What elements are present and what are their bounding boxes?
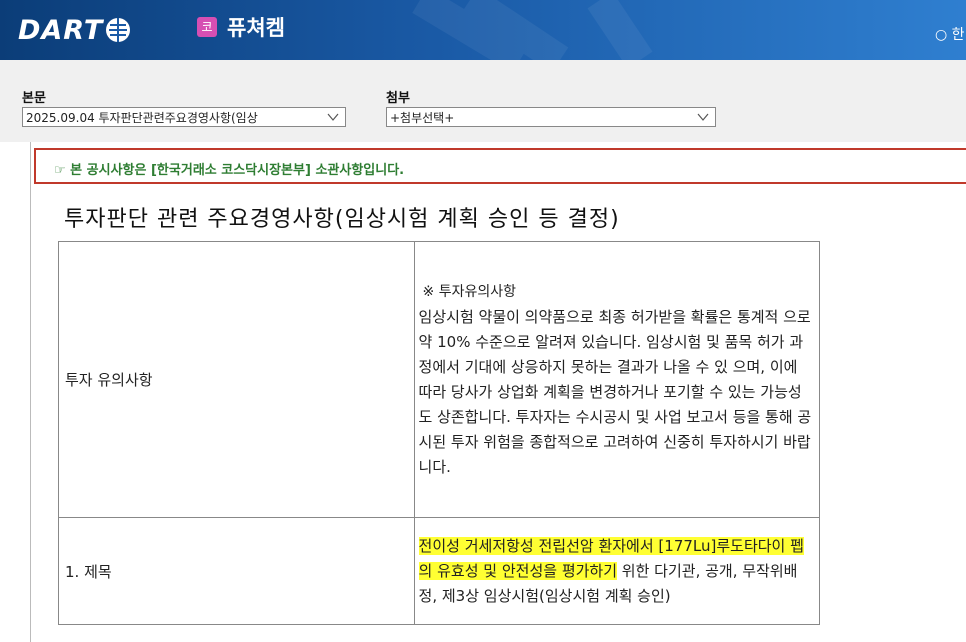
market-badge: 코: [197, 17, 217, 37]
caution-text: 임상시험 약물이 의약품으로 최종 허가받을 확률은 통계적 으로 약 10% …: [418, 307, 812, 476]
chevron-down-icon: [697, 113, 709, 121]
content-frame-border: [30, 142, 31, 642]
attachment-select-value: +첨부선택+: [390, 111, 455, 125]
attachment-label: 첨부: [386, 91, 410, 106]
document-toolbar: 본문 2025.09.04 투자판단관련주요경영사항(임상 첨부 +첨부선택+: [0, 60, 966, 142]
header-menu-link[interactable]: ○ 한: [935, 24, 965, 44]
company-name[interactable]: 퓨쳐켐: [227, 12, 285, 42]
table-row: 투자 유의사항 ※ 투자유의사항 임상시험 약물이 의약품으로 최종 허가받을 …: [58, 241, 821, 518]
jurisdiction-notice: ☞ 본 공시사항은 [한국거래소 코스닥시장본부] 소관사항입니다.: [34, 148, 966, 184]
company-title: 코 퓨쳐켐: [197, 12, 285, 42]
logo-text: DART: [18, 14, 104, 46]
chevron-down-icon: [327, 113, 339, 121]
disclosure-table: 투자 유의사항 ※ 투자유의사항 임상시험 약물이 의약품으로 최종 허가받을 …: [58, 241, 821, 625]
dart-logo[interactable]: DART: [18, 14, 131, 46]
notice-text: ☞ 본 공시사항은 [한국거래소 코스닥시장본부] 소관사항입니다.: [54, 163, 405, 178]
table-row: 1. 제목 전이성 거세저항성 전립선암 환자에서 [177Lu]루도타다이 펩…: [58, 517, 821, 625]
dart-logo-icon: [106, 18, 131, 42]
document-title: 투자판단 관련 주요경영사항(임상시험 계획 승인 등 결정): [64, 207, 620, 232]
row-label-investment-caution: 투자 유의사항: [58, 241, 415, 518]
header-background-pattern: [412, 0, 653, 60]
body-select[interactable]: 2025.09.04 투자판단관련주요경영사항(임상: [22, 107, 346, 127]
row-value-investment-caution: ※ 투자유의사항 임상시험 약물이 의약품으로 최종 허가받을 확률은 통계적 …: [413, 241, 821, 518]
caution-heading: ※ 투자유의사항: [422, 283, 517, 300]
row-value-title: 전이성 거세저항성 전립선암 환자에서 [177Lu]루도타다이 펩의 유효성 …: [413, 517, 821, 625]
row-label-title: 1. 제목: [58, 517, 415, 625]
body-select-value: 2025.09.04 투자판단관련주요경영사항(임상: [26, 111, 258, 125]
app-header: DART 코 퓨쳐켐 ○ 한: [0, 0, 966, 60]
attachment-select[interactable]: +첨부선택+: [386, 107, 716, 127]
body-label: 본문: [22, 91, 46, 106]
